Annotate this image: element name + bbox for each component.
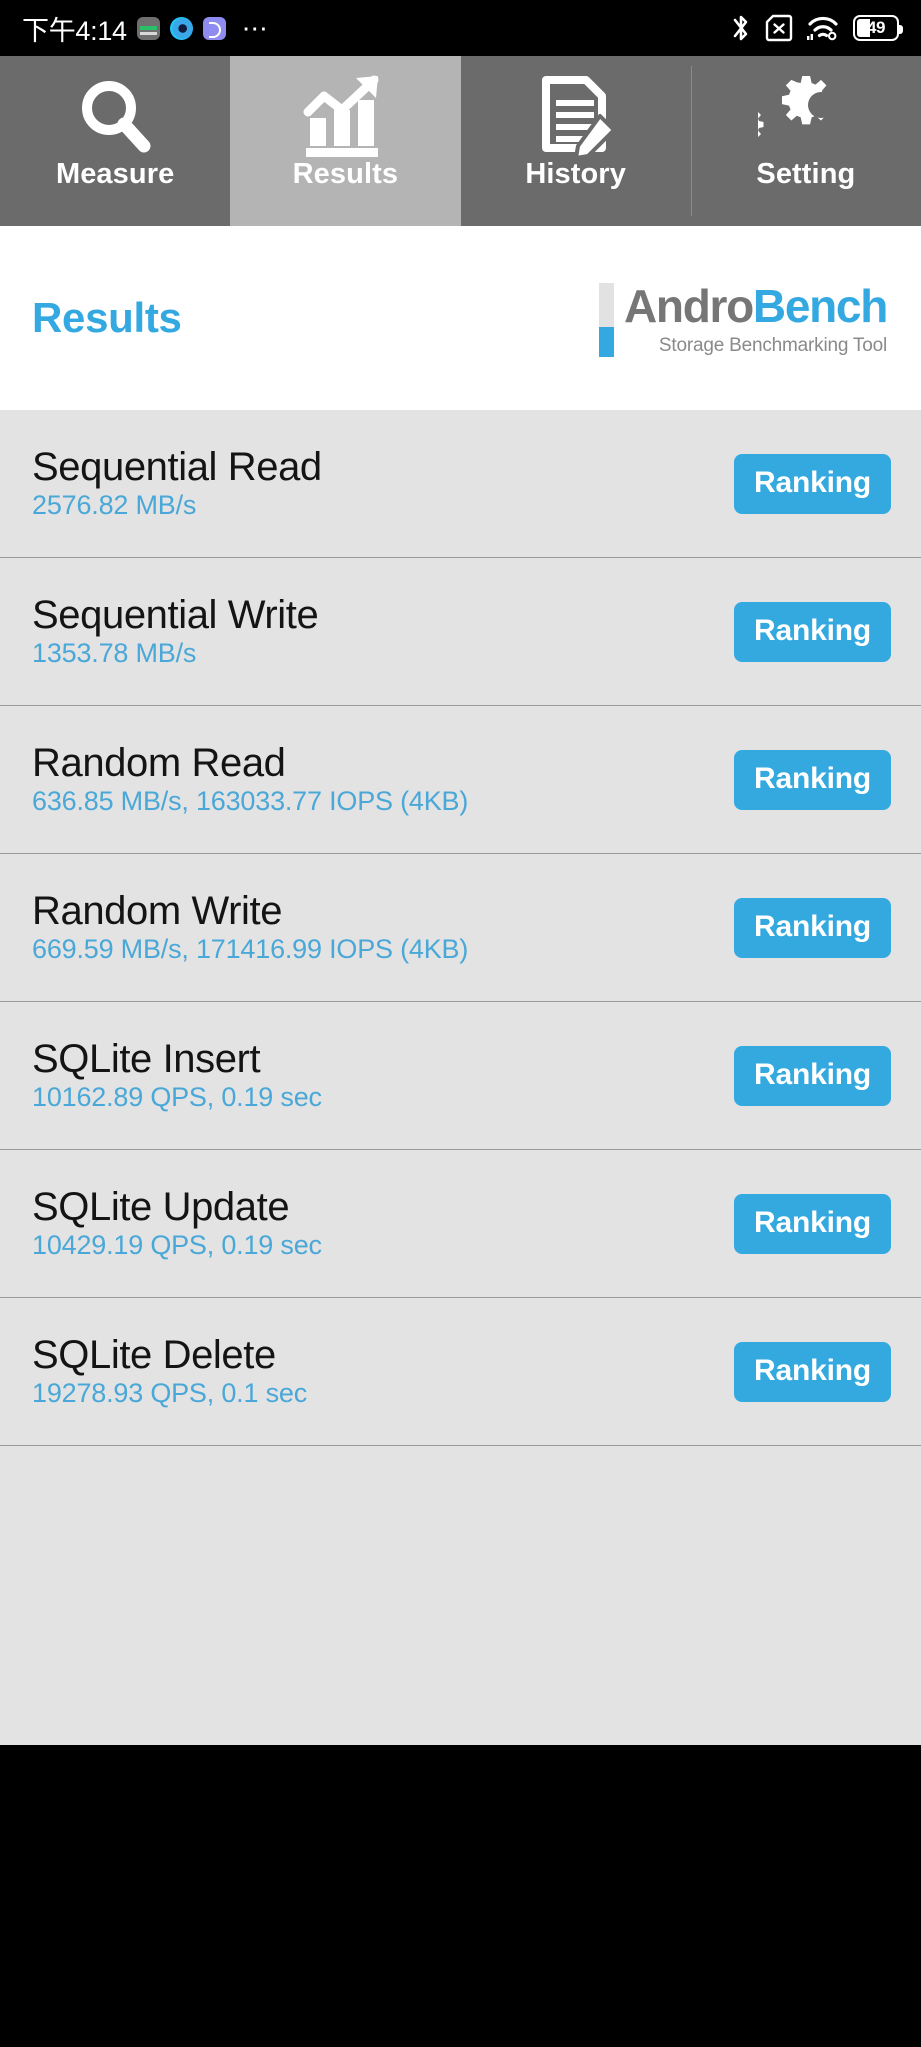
row-texts: Sequential Read 2576.82 MB/s bbox=[32, 446, 322, 521]
results-list: Sequential Read 2576.82 MB/s Ranking Seq… bbox=[0, 410, 921, 1745]
system-navigation-area bbox=[0, 1745, 921, 2047]
ranking-button[interactable]: Ranking bbox=[734, 1193, 891, 1254]
table-row[interactable]: SQLite Delete 19278.93 QPS, 0.1 sec Rank… bbox=[0, 1298, 921, 1446]
overflow-dots-icon: ⋯ bbox=[241, 13, 270, 43]
tab-measure-label: Measure bbox=[55, 158, 175, 190]
table-row[interactable]: SQLite Insert 10162.89 QPS, 0.19 sec Ran… bbox=[0, 1002, 921, 1150]
tab-results-label: Results bbox=[292, 158, 399, 190]
result-value: 669.59 MB/s, 171416.99 IOPS (4KB) bbox=[32, 934, 469, 965]
table-row[interactable]: Sequential Read 2576.82 MB/s Ranking bbox=[0, 410, 921, 558]
ranking-button[interactable]: Ranking bbox=[734, 601, 891, 662]
row-texts: Random Read 636.85 MB/s, 163033.77 IOPS … bbox=[32, 742, 468, 817]
result-title: SQLite Delete bbox=[32, 1333, 276, 1378]
document-pencil-icon bbox=[530, 72, 622, 160]
logo-subtitle: Storage Benchmarking Tool bbox=[658, 335, 887, 356]
result-title: SQLite Insert bbox=[32, 1037, 261, 1082]
tab-results[interactable]: Results bbox=[230, 56, 461, 226]
status-bar: 下午4:14 ⋯ 49 bbox=[0, 0, 921, 56]
result-title: Sequential Read bbox=[32, 445, 322, 490]
gears-icon bbox=[757, 72, 854, 160]
result-value: 1353.78 MB/s bbox=[32, 638, 197, 669]
status-bar-left: 下午4:14 ⋯ bbox=[22, 9, 270, 48]
ranking-button[interactable]: Ranking bbox=[734, 897, 891, 958]
phone-screen: 下午4:14 ⋯ 49 Measure Results History Sett… bbox=[0, 0, 921, 2047]
ranking-button[interactable]: Ranking bbox=[734, 1341, 891, 1402]
bluetooth-icon bbox=[730, 13, 752, 43]
result-title: SQLite Update bbox=[32, 1185, 290, 1230]
row-texts: SQLite Delete 19278.93 QPS, 0.1 sec bbox=[32, 1334, 307, 1409]
result-title: Random Read bbox=[32, 741, 286, 786]
logo-text: AndroBench Storage Benchmarking Tool bbox=[623, 280, 888, 357]
tab-history-label: History bbox=[525, 158, 626, 190]
table-row[interactable]: Random Read 636.85 MB/s, 163033.77 IOPS … bbox=[0, 706, 921, 854]
result-value: 2576.82 MB/s bbox=[32, 490, 197, 521]
tab-history[interactable]: History bbox=[460, 56, 691, 226]
no-sim-icon bbox=[765, 13, 793, 43]
bar-chart-arrow-icon bbox=[298, 72, 392, 160]
result-value: 19278.93 QPS, 0.1 sec bbox=[32, 1378, 307, 1409]
eye-app-icon bbox=[169, 16, 193, 40]
tab-measure[interactable]: Measure bbox=[0, 56, 231, 226]
battery-level-label: 49 bbox=[867, 18, 885, 37]
tab-bar: Measure Results History Setting bbox=[0, 56, 921, 226]
status-clock: 下午4:14 bbox=[22, 15, 127, 46]
battery-icon: 49 bbox=[853, 15, 903, 41]
page-title: Results bbox=[32, 294, 182, 341]
logo-word-andro: Andro bbox=[623, 280, 754, 332]
list-empty-space bbox=[0, 1446, 921, 1745]
logo-bar-top bbox=[598, 283, 614, 327]
ranking-button[interactable]: Ranking bbox=[734, 749, 891, 810]
logo-wordmark: AndroBench bbox=[623, 280, 888, 332]
logo-bar-icon bbox=[598, 283, 614, 357]
tab-setting[interactable]: Setting bbox=[690, 56, 921, 226]
row-texts: SQLite Insert 10162.89 QPS, 0.19 sec bbox=[32, 1038, 322, 1113]
magnifier-icon bbox=[69, 72, 161, 160]
notes-app-icon bbox=[136, 16, 160, 40]
zenly-app-icon bbox=[202, 16, 226, 40]
row-texts: Random Write 669.59 MB/s, 171416.99 IOPS… bbox=[32, 890, 468, 965]
result-value: 10162.89 QPS, 0.19 sec bbox=[32, 1082, 322, 1113]
row-texts: SQLite Update 10429.19 QPS, 0.19 sec bbox=[32, 1186, 322, 1261]
status-bar-right: 49 bbox=[730, 13, 903, 43]
logo-word-bench: Bench bbox=[752, 280, 888, 332]
table-row[interactable]: Sequential Write 1353.78 MB/s Ranking bbox=[0, 558, 921, 706]
logo-bar-bottom bbox=[598, 327, 614, 357]
result-value: 636.85 MB/s, 163033.77 IOPS (4KB) bbox=[32, 786, 469, 817]
result-title: Sequential Write bbox=[32, 593, 319, 638]
ranking-button[interactable]: Ranking bbox=[734, 453, 891, 514]
result-title: Random Write bbox=[32, 889, 283, 934]
row-texts: Sequential Write 1353.78 MB/s bbox=[32, 593, 319, 669]
wifi-icon bbox=[806, 13, 840, 43]
ranking-button[interactable]: Ranking bbox=[734, 1045, 891, 1106]
result-value: 10429.19 QPS, 0.19 sec bbox=[32, 1230, 322, 1261]
page-header: Results AndroBench Storage Benchmarking … bbox=[0, 226, 921, 410]
androbench-logo: AndroBench Storage Benchmarking Tool bbox=[598, 279, 888, 357]
table-row[interactable]: Random Write 669.59 MB/s, 171416.99 IOPS… bbox=[0, 854, 921, 1002]
table-row[interactable]: SQLite Update 10429.19 QPS, 0.19 sec Ran… bbox=[0, 1150, 921, 1298]
tab-setting-label: Setting bbox=[756, 158, 856, 190]
